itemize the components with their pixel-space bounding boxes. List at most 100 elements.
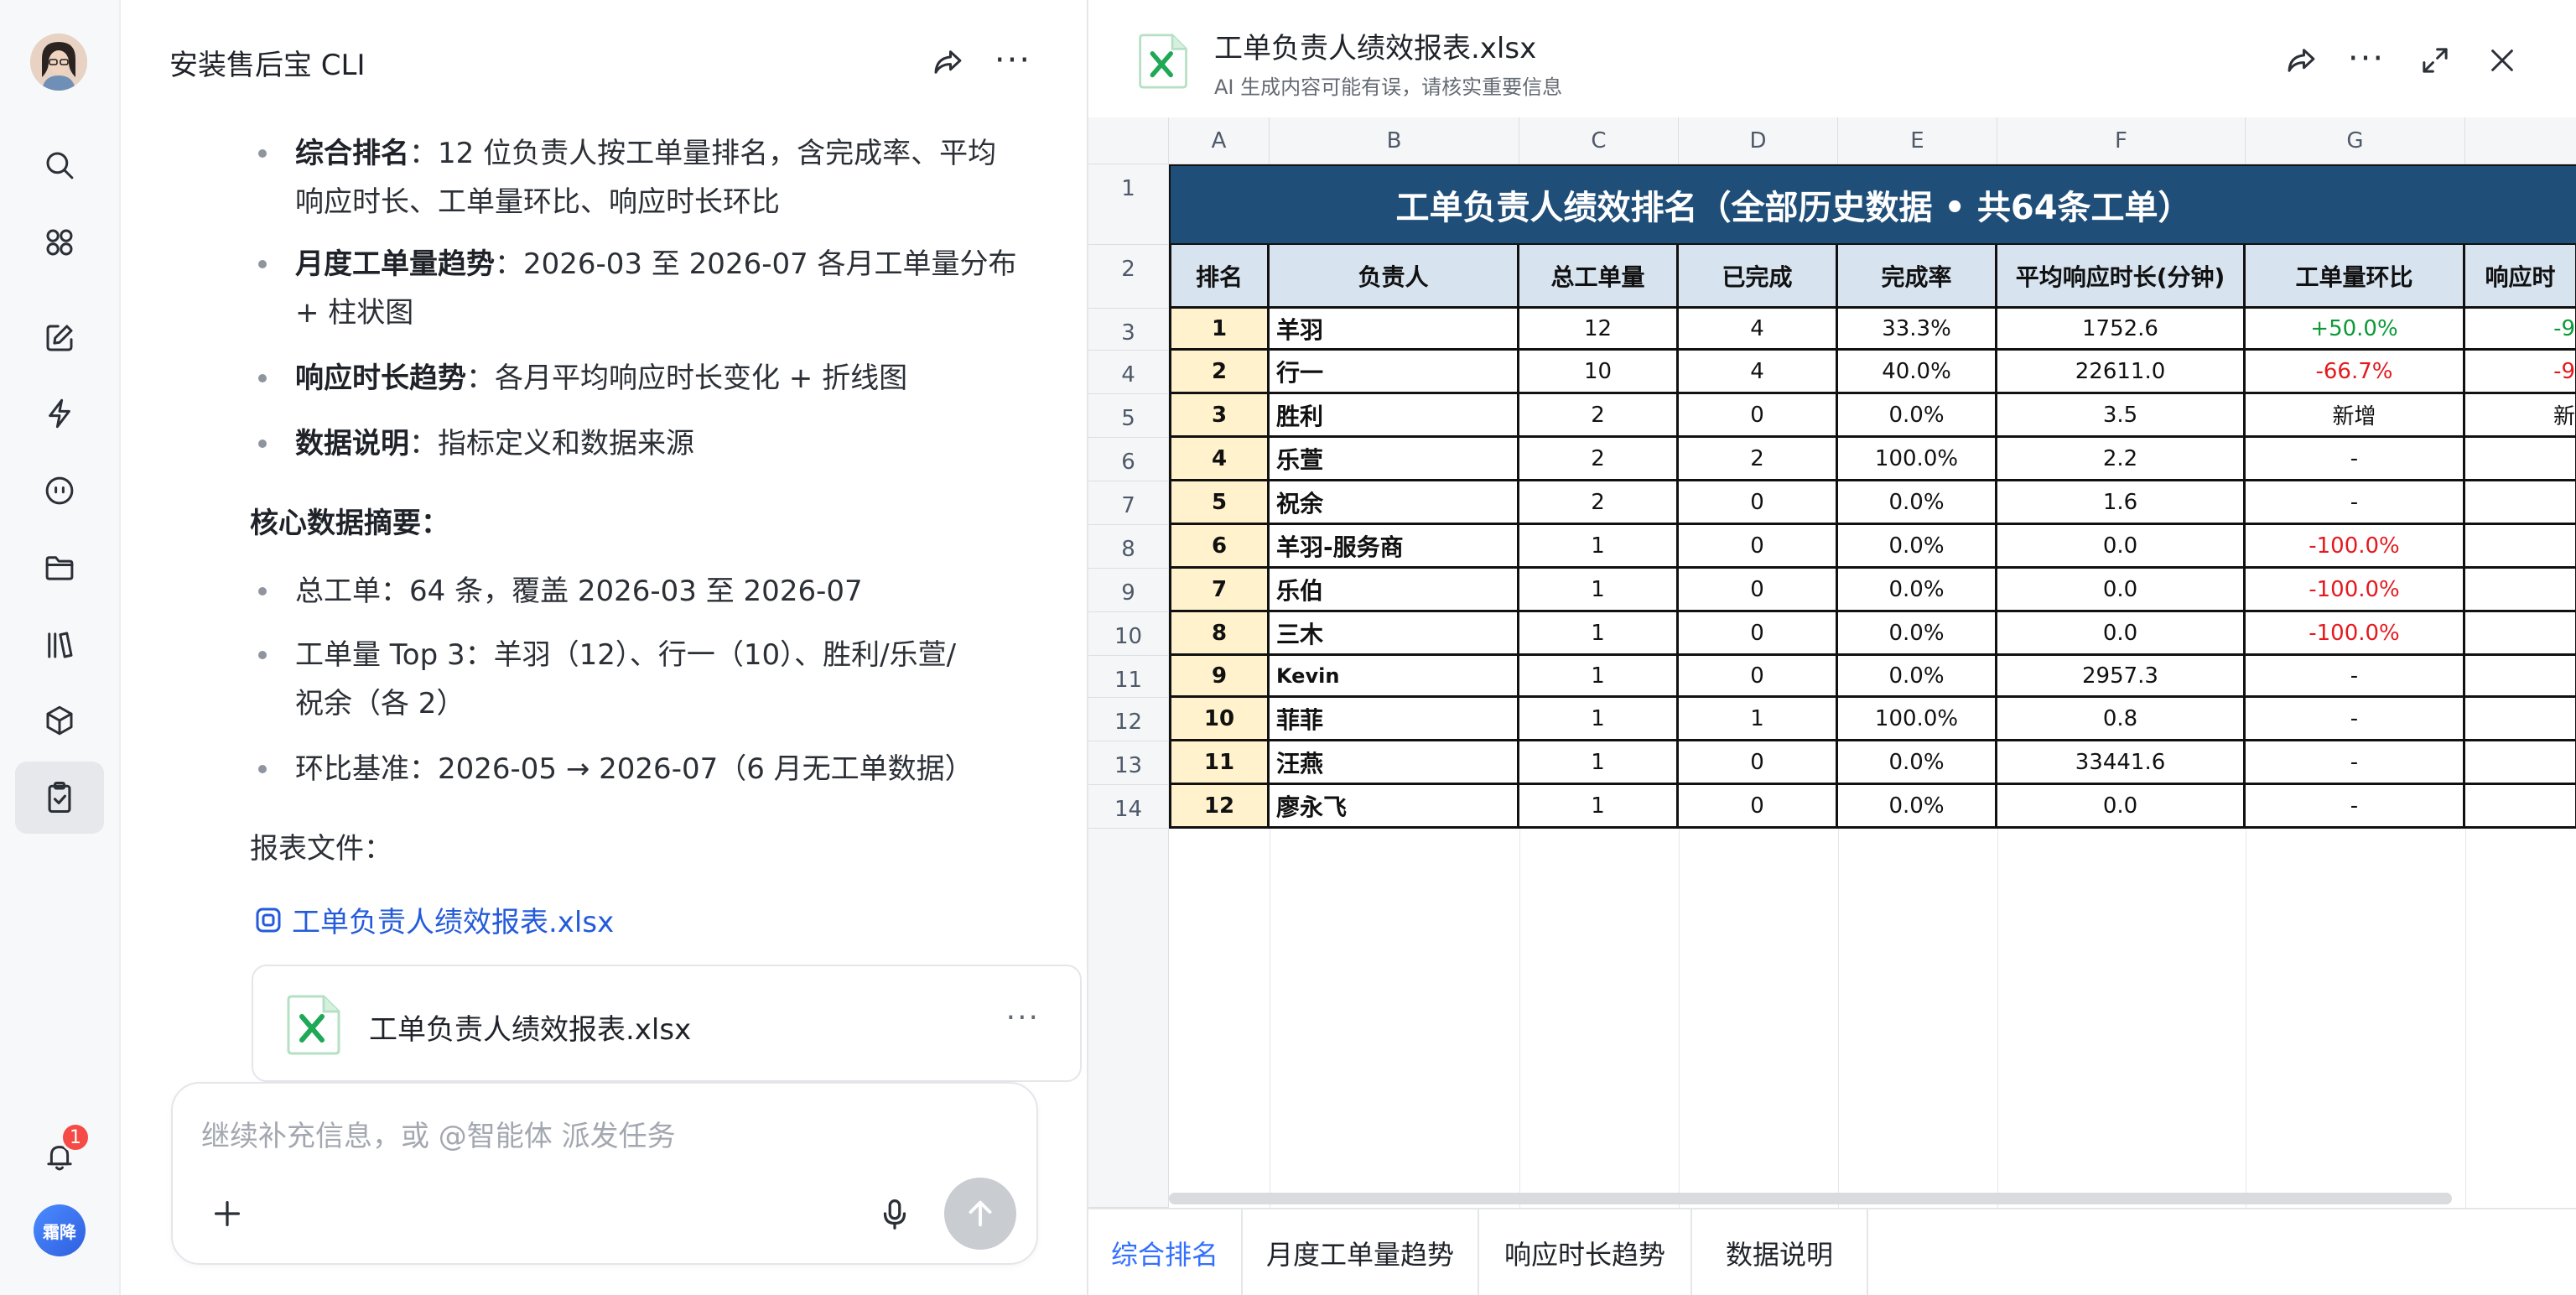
table-cell[interactable]: Kevin: [1270, 656, 1519, 698]
table-cell[interactable]: 羊羽: [1270, 309, 1519, 351]
column-header[interactable]: E: [1838, 117, 1997, 164]
table-cell[interactable]: [2465, 525, 2576, 569]
table-cell[interactable]: 菲菲: [1270, 698, 1519, 741]
sheet-tab[interactable]: 数据说明: [1692, 1209, 1868, 1295]
sheet-tab[interactable]: 响应时长趋势: [1479, 1209, 1692, 1295]
lightning-icon[interactable]: [32, 386, 87, 441]
search-icon[interactable]: [32, 138, 87, 193]
table-cell[interactable]: 汪燕: [1270, 741, 1519, 785]
row-header[interactable]: 1: [1088, 164, 1169, 245]
row-header[interactable]: 11: [1088, 656, 1169, 698]
table-cell[interactable]: 0.0%: [1838, 656, 1997, 698]
table-cell[interactable]: 12: [1169, 785, 1270, 829]
table-cell[interactable]: 7: [1169, 569, 1270, 612]
table-cell[interactable]: 22611.0: [1997, 351, 2246, 394]
table-cell[interactable]: [2465, 741, 2576, 785]
share-icon[interactable]: [2279, 39, 2323, 82]
table-cell[interactable]: 100.0%: [1838, 698, 1997, 741]
table-cell[interactable]: 廖永飞: [1270, 785, 1519, 829]
table-cell[interactable]: 4: [1679, 309, 1838, 351]
task-clipboard-icon[interactable]: [15, 762, 104, 834]
table-cell[interactable]: 40.0%: [1838, 351, 1997, 394]
table-cell[interactable]: 0.0%: [1838, 394, 1997, 438]
row-header[interactable]: 12: [1088, 698, 1169, 741]
more-options-icon[interactable]: ···: [2345, 37, 2388, 81]
table-cell[interactable]: 10: [1519, 351, 1679, 394]
table-cell[interactable]: 0.0%: [1838, 569, 1997, 612]
more-options-icon[interactable]: ···: [991, 39, 1035, 82]
table-cell[interactable]: -: [2246, 438, 2465, 481]
row-header[interactable]: 6: [1088, 438, 1169, 481]
table-cell[interactable]: 2.2: [1997, 438, 2246, 481]
edit-icon[interactable]: [32, 310, 87, 366]
table-cell[interactable]: 6: [1169, 525, 1270, 569]
table-cell[interactable]: 9: [1169, 656, 1270, 698]
table-cell[interactable]: 2: [1169, 351, 1270, 394]
table-header-cell[interactable]: 工单量环比: [2246, 245, 2465, 309]
expand-icon[interactable]: [2413, 39, 2457, 82]
table-cell[interactable]: 0: [1679, 656, 1838, 698]
table-cell[interactable]: 4: [1679, 351, 1838, 394]
table-cell[interactable]: [2465, 612, 2576, 656]
spreadsheet-grid[interactable]: A B C D E F G 1 2 3 4 5 6 7 8 9 10 11 12 13 14 工单负责人绩效排名（全部历史…: [1088, 117, 2576, 1208]
table-cell[interactable]: 0.0%: [1838, 525, 1997, 569]
column-header[interactable]: A: [1169, 117, 1270, 164]
table-cell[interactable]: 2: [1519, 438, 1679, 481]
table-cell[interactable]: 0: [1679, 612, 1838, 656]
table-cell[interactable]: -: [2246, 785, 2465, 829]
table-cell[interactable]: 0.0: [1997, 525, 2246, 569]
table-cell[interactable]: 1.6: [1997, 481, 2246, 525]
column-header[interactable]: G: [2246, 117, 2465, 164]
table-cell[interactable]: 1: [1519, 612, 1679, 656]
table-header-cell[interactable]: 完成率: [1838, 245, 1997, 309]
cube-icon[interactable]: [32, 693, 87, 748]
column-header[interactable]: [2465, 117, 2576, 164]
table-cell[interactable]: [2465, 785, 2576, 829]
table-cell[interactable]: 1: [1519, 569, 1679, 612]
table-header-cell[interactable]: 平均响应时长(分钟): [1997, 245, 2246, 309]
table-cell[interactable]: 胜利: [1270, 394, 1519, 438]
table-cell[interactable]: -100.0%: [2246, 569, 2465, 612]
table-cell[interactable]: 1: [1169, 309, 1270, 351]
table-header-cell[interactable]: 响应时: [2465, 245, 2576, 309]
add-attachment-button[interactable]: [208, 1194, 250, 1236]
horizontal-scrollbar[interactable]: [1169, 1193, 2452, 1204]
row-header[interactable]: 5: [1088, 394, 1169, 438]
table-cell[interactable]: 行一: [1270, 351, 1519, 394]
row-header[interactable]: 10: [1088, 612, 1169, 656]
table-cell[interactable]: 0.8: [1997, 698, 2246, 741]
table-cell[interactable]: -: [2246, 741, 2465, 785]
sheet-tab[interactable]: 综合排名: [1088, 1209, 1243, 1295]
table-cell[interactable]: -: [2246, 656, 2465, 698]
table-cell[interactable]: 3.5: [1997, 394, 2246, 438]
table-cell[interactable]: 1: [1519, 741, 1679, 785]
table-cell[interactable]: 0: [1679, 394, 1838, 438]
row-header[interactable]: 3: [1088, 309, 1169, 351]
corner-cell[interactable]: [1088, 117, 1169, 164]
sheet-tab[interactable]: 月度工单量趋势: [1243, 1209, 1479, 1295]
table-cell[interactable]: 0: [1679, 785, 1838, 829]
table-cell[interactable]: 1: [1519, 698, 1679, 741]
row-header[interactable]: 14: [1088, 785, 1169, 829]
table-cell[interactable]: [2465, 481, 2576, 525]
sheet-banner-title[interactable]: 工单负责人绩效排名（全部历史数据 • 共64条工单）: [1169, 164, 2576, 245]
table-cell[interactable]: 8: [1169, 612, 1270, 656]
column-header[interactable]: C: [1519, 117, 1679, 164]
file-card[interactable]: 工单负责人绩效报表.xlsx ···: [252, 965, 1082, 1082]
table-header-cell[interactable]: 负责人: [1270, 245, 1519, 309]
table-cell[interactable]: [2465, 569, 2576, 612]
table-cell[interactable]: 5: [1169, 481, 1270, 525]
file-card-more-icon[interactable]: ···: [1006, 1003, 1040, 1033]
table-cell[interactable]: -9: [2465, 351, 2576, 394]
table-cell[interactable]: 新: [2465, 394, 2576, 438]
column-header[interactable]: D: [1679, 117, 1838, 164]
table-cell[interactable]: 1: [1519, 785, 1679, 829]
table-cell[interactable]: 三木: [1270, 612, 1519, 656]
table-cell[interactable]: 0.0%: [1838, 741, 1997, 785]
table-cell[interactable]: 3: [1169, 394, 1270, 438]
row-header[interactable]: 8: [1088, 525, 1169, 569]
table-cell[interactable]: 33441.6: [1997, 741, 2246, 785]
row-header[interactable]: 4: [1088, 351, 1169, 394]
table-cell[interactable]: 2957.3: [1997, 656, 2246, 698]
table-cell[interactable]: 11: [1169, 741, 1270, 785]
